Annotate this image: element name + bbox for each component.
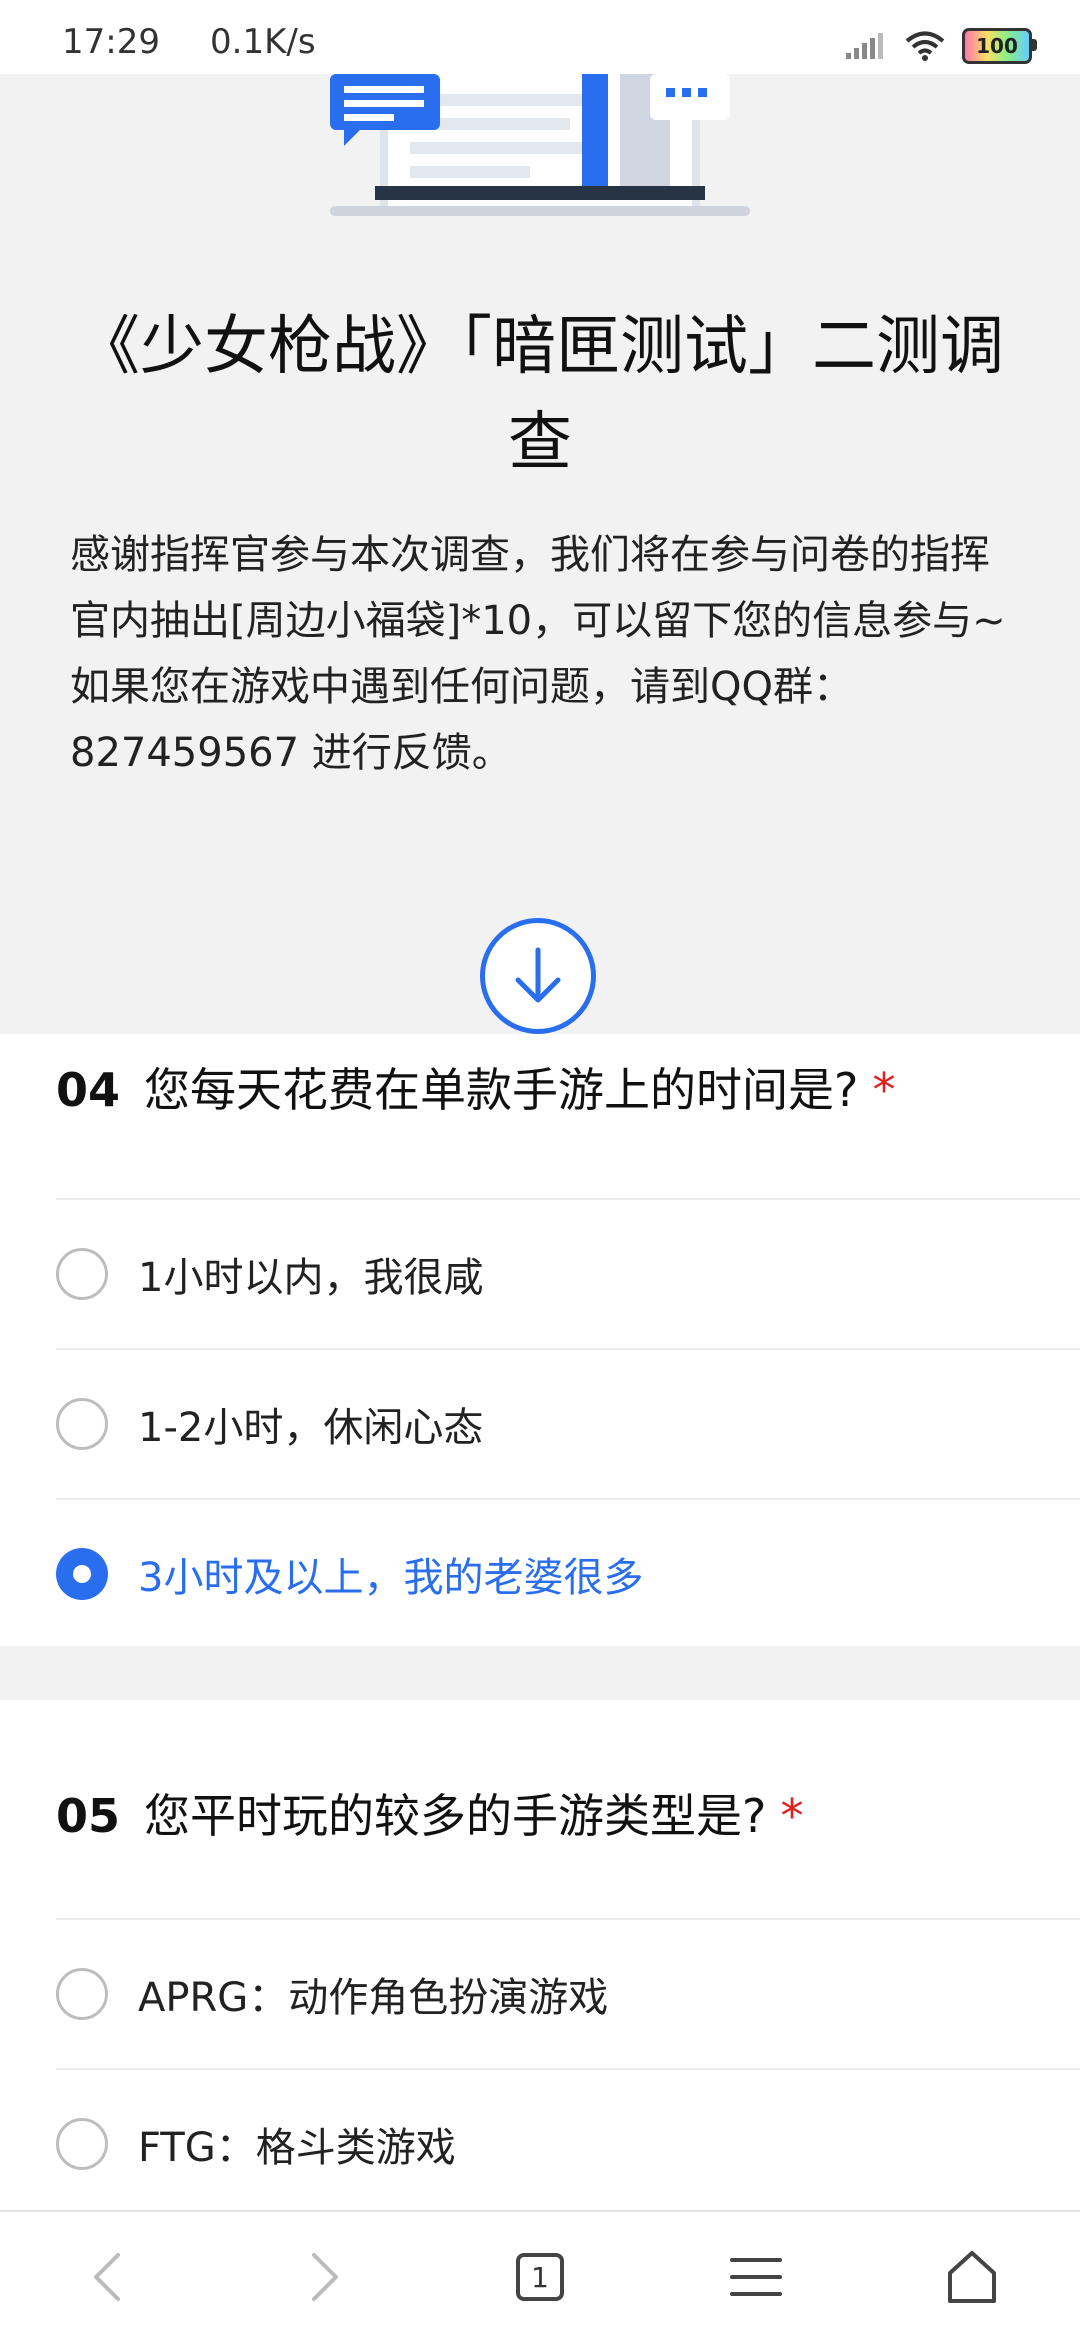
survey-header: 《少女枪战》「暗匣测试」二测调查 感谢指挥官参与本次调查，我们将在参与问卷的指挥… <box>0 74 1080 1034</box>
section-separator <box>0 1646 1080 1700</box>
question-05: 05 您平时玩的较多的手游类型是? * APRG：动作角色扮演游戏 FTG：格斗类游… <box>0 1700 1080 2210</box>
menu-icon <box>730 2258 782 2296</box>
question-number: 04 <box>56 1063 121 1117</box>
browser-bottom-bar: 1 <box>0 2210 1080 2342</box>
signal-icon <box>846 33 883 59</box>
wifi-icon <box>905 31 945 61</box>
laptop-illustration <box>330 74 750 216</box>
survey-title: 《少女枪战》「暗匣测试」二测调查 <box>76 310 1004 480</box>
battery-level: 100 <box>976 34 1018 58</box>
chevron-right-icon <box>312 2253 338 2301</box>
survey-description: 感谢指挥官参与本次调查，我们将在参与问卷的指挥官内抽出[周边小福袋]*10，可以… <box>70 532 1006 776</box>
forward-button[interactable] <box>264 2227 384 2327</box>
option-label: 1小时以内，我很咸 <box>138 1255 484 1301</box>
tab-count: 1 <box>531 2260 549 2294</box>
status-icons: 100 <box>844 26 1037 66</box>
back-button[interactable] <box>48 2227 168 2327</box>
required-mark: * <box>780 1789 804 1843</box>
required-mark: * <box>872 1063 896 1117</box>
option-item-selected[interactable]: 3小时及以上，我的老婆很多 <box>56 1500 1080 1648</box>
radio-button[interactable] <box>56 2118 108 2170</box>
menu-button[interactable] <box>696 2227 816 2327</box>
battery-icon: 100 <box>962 28 1037 64</box>
tabs-button[interactable]: 1 <box>480 2227 600 2327</box>
radio-button[interactable] <box>56 1248 108 1300</box>
option-item[interactable]: FTG：格斗类游戏 <box>56 2070 1080 2218</box>
status-bar: 17:29 0.1K/s 100 <box>0 0 1080 74</box>
question-text: 您平时玩的较多的手游类型是? <box>144 1789 767 1843</box>
home-icon <box>948 2251 996 2303</box>
question-text: 您每天花费在单款手游上的时间是? <box>144 1063 859 1117</box>
option-item[interactable]: 1-2小时，休闲心态 <box>56 1350 1080 1498</box>
option-item[interactable]: APRG：动作角色扮演游戏 <box>56 1920 1080 2068</box>
radio-button[interactable] <box>56 1398 108 1450</box>
status-time: 17:29 <box>62 22 160 62</box>
question-title: 05 您平时玩的较多的手游类型是? * <box>56 1780 803 1846</box>
option-label: APRG：动作角色扮演游戏 <box>138 1975 609 2021</box>
tab-count-icon: 1 <box>516 2253 564 2301</box>
chevron-left-icon <box>94 2253 120 2301</box>
network-speed: 0.1K/s <box>210 22 316 62</box>
question-number: 05 <box>56 1789 121 1843</box>
home-button[interactable] <box>912 2227 1032 2327</box>
question-title: 04 您每天花费在单款手游上的时间是? * <box>56 1054 895 1120</box>
scroll-down-button[interactable] <box>480 918 596 1034</box>
option-label: FTG：格斗类游戏 <box>138 2125 456 2171</box>
radio-button-checked[interactable] <box>56 1548 108 1600</box>
option-item[interactable]: 1小时以内，我很咸 <box>56 1200 1080 1348</box>
question-04: 04 您每天花费在单款手游上的时间是? * 1小时以内，我很咸 1-2小时，休闲心态… <box>0 1034 1080 1646</box>
radio-button[interactable] <box>56 1968 108 2020</box>
option-label: 1-2小时，休闲心态 <box>138 1405 484 1451</box>
option-label: 3小时及以上，我的老婆很多 <box>138 1555 644 1601</box>
arrow-down-icon <box>515 947 561 1003</box>
